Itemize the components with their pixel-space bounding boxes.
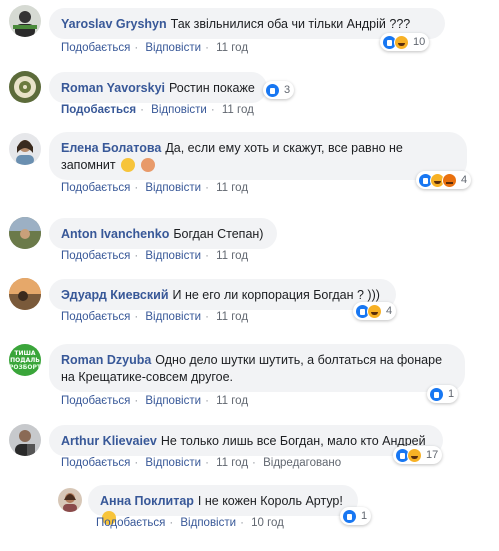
comment: ТИША ПОДАЛЬ РОЗБОРТ Roman Dzyuba Одно дел… (0, 338, 499, 412)
comment-time[interactable]: 11 год (216, 182, 248, 194)
reply-button[interactable]: Відповісти (145, 311, 201, 323)
reaction-summary[interactable]: 10 (380, 33, 430, 51)
reaction-summary[interactable]: 17 (393, 446, 443, 464)
comment-time[interactable]: 11 год (216, 250, 248, 262)
comment-reply: Анна Поклитар І не кожен Король Артур! 1 … (0, 482, 499, 542)
comment-author[interactable]: Arthur Klievaiev (61, 434, 157, 448)
reply-button[interactable]: Відповісти (145, 42, 201, 54)
comment-time[interactable]: 11 год (216, 311, 248, 323)
comment-text: Ростин покаже (169, 81, 255, 95)
comment: Arthur Klievaiev Не только лишь все Богда… (0, 420, 499, 478)
like-reaction-icon (342, 508, 357, 524)
reaction-summary[interactable]: 4 (353, 302, 397, 320)
comment-bubble: Анна Поклитар І не кожен Король Артур! (88, 485, 358, 525)
like-button[interactable]: Подобається (61, 42, 130, 54)
comment-actions: Подобається · Відповісти · 11 год (61, 311, 249, 323)
comment-actions: Подобається · Відповісти · 11 год (61, 250, 249, 262)
comment-bubble: Roman Yavorskyi Ростин покаже (49, 72, 267, 103)
comment-time[interactable]: 11 год (216, 395, 248, 407)
reaction-count: 17 (426, 449, 439, 461)
reply-button[interactable]: Відповісти (145, 250, 201, 262)
comment-text: Так звільнилися оба чи тільки Андрій ??? (170, 17, 411, 31)
avatar[interactable] (58, 488, 82, 512)
avatar-badge-line: ТИША (14, 350, 36, 357)
comment-author[interactable]: Roman Dzyuba (61, 353, 151, 367)
avatar[interactable] (9, 217, 41, 249)
comment-time[interactable]: 11 год (216, 42, 248, 54)
comment-author[interactable]: Roman Yavorskyi (61, 81, 165, 95)
reaction-count: 4 (386, 305, 393, 317)
avatar[interactable] (9, 71, 41, 103)
reaction-summary[interactable]: 3 (263, 81, 295, 99)
reaction-count: 3 (284, 84, 291, 96)
comment-time[interactable]: 11 год (222, 104, 254, 116)
comment-author[interactable]: Anton Ivanchenko (61, 227, 169, 241)
like-button[interactable]: Подобається (61, 104, 136, 116)
grinning-emoji-icon (121, 158, 136, 172)
reply-button[interactable]: Відповісти (151, 104, 207, 116)
comment: Елена Болатова Да, если ему хоть и скажут… (0, 128, 499, 203)
comment-bubble: Arthur Klievaiev Не только лишь все Богда… (49, 425, 443, 456)
like-reaction-icon (429, 386, 444, 402)
comment: Эдуард Киевский И не его ли корпорация Бо… (0, 272, 499, 330)
reaction-summary[interactable]: 4 (416, 171, 472, 189)
person-shrugging-emoji-icon (140, 158, 155, 172)
reaction-count: 4 (461, 174, 468, 186)
avatar[interactable] (9, 133, 41, 165)
comment-actions: Подобається · Відповісти · 10 год (96, 517, 284, 529)
haha-reaction-icon (407, 447, 422, 463)
comment-text: І не кожен Король Артур! (197, 494, 343, 508)
comment-author[interactable]: Эдуард Киевский (61, 288, 169, 302)
like-button[interactable]: Подобається (61, 457, 130, 469)
comment-text: Богдан Степан) (173, 227, 264, 241)
comment-bubble: Эдуард Киевский И не его ли корпорация Бо… (49, 279, 396, 310)
comment: Roman Yavorskyi Ростин покаже 3 Подобаєть… (0, 68, 499, 122)
reply-button[interactable]: Відповісти (180, 517, 236, 529)
comment-actions: Подобається · Відповісти · 11 год (61, 395, 249, 407)
like-button[interactable]: Подобається (61, 250, 130, 262)
comment-bubble: Roman Dzyuba Одно дело шутки шутить, а бо… (49, 344, 465, 392)
reply-button[interactable]: Відповісти (145, 395, 201, 407)
comment-time[interactable]: 11 год (216, 457, 248, 469)
comment-actions: Подобається · Відповісти · 11 год (61, 104, 254, 116)
comment-bubble: Елена Болатова Да, если ему хоть и скажут… (49, 132, 467, 180)
reaction-count: 1 (361, 510, 368, 522)
reaction-summary[interactable]: 1 (427, 385, 459, 403)
avatar[interactable]: ТИША ПОДАЛЬ РОЗБОРТ (9, 344, 41, 376)
comment-text: И не его ли корпорация Богдан ? ))) (172, 288, 380, 302)
avatar[interactable] (9, 424, 41, 456)
reply-button[interactable]: Відповісти (145, 182, 201, 194)
comment-actions: Подобається · Відповісти · 11 год (61, 42, 249, 54)
like-button[interactable]: Подобається (96, 517, 165, 529)
like-button[interactable]: Подобається (61, 395, 130, 407)
comment-actions: Подобається · Відповісти · 11 год · Відреда… (61, 457, 342, 469)
comment-author[interactable]: Анна Поклитар (100, 494, 194, 508)
like-button[interactable]: Подобається (61, 182, 130, 194)
reaction-count: 1 (448, 388, 455, 400)
comment-bubble: Anton Ivanchenko Богдан Степан) (49, 218, 277, 249)
comment-time[interactable]: 10 год (251, 517, 284, 529)
comment-actions: Подобається · Відповісти · 11 год (61, 182, 249, 194)
comment-author[interactable]: Yaroslav Gryshyn (61, 17, 167, 31)
comment: Anton Ivanchenko Богдан Степан) Подобаєть… (0, 212, 499, 264)
haha-reaction-icon (367, 303, 382, 319)
like-button[interactable]: Подобається (61, 311, 130, 323)
comment: Yaroslav Gryshyn Так звільнилися оба чи т… (0, 0, 499, 60)
avatar-badge-line: РОЗБОРТ (9, 364, 41, 371)
reaction-count: 10 (413, 36, 426, 48)
reaction-summary[interactable]: 1 (340, 507, 372, 525)
edited-label[interactable]: Відредаговано (263, 457, 341, 469)
like-reaction-icon (265, 82, 280, 98)
comment-text: Не только лишь все Богдан, мало кто Андр… (160, 434, 426, 448)
avatar-badge-line: ПОДАЛЬ (10, 357, 40, 364)
comment-author[interactable]: Елена Болатова (61, 141, 161, 155)
avatar[interactable] (9, 278, 41, 310)
reply-button[interactable]: Відповісти (145, 457, 201, 469)
haha-reaction-icon (394, 34, 409, 50)
avatar[interactable] (9, 5, 41, 37)
angry-reaction-icon (442, 172, 457, 188)
